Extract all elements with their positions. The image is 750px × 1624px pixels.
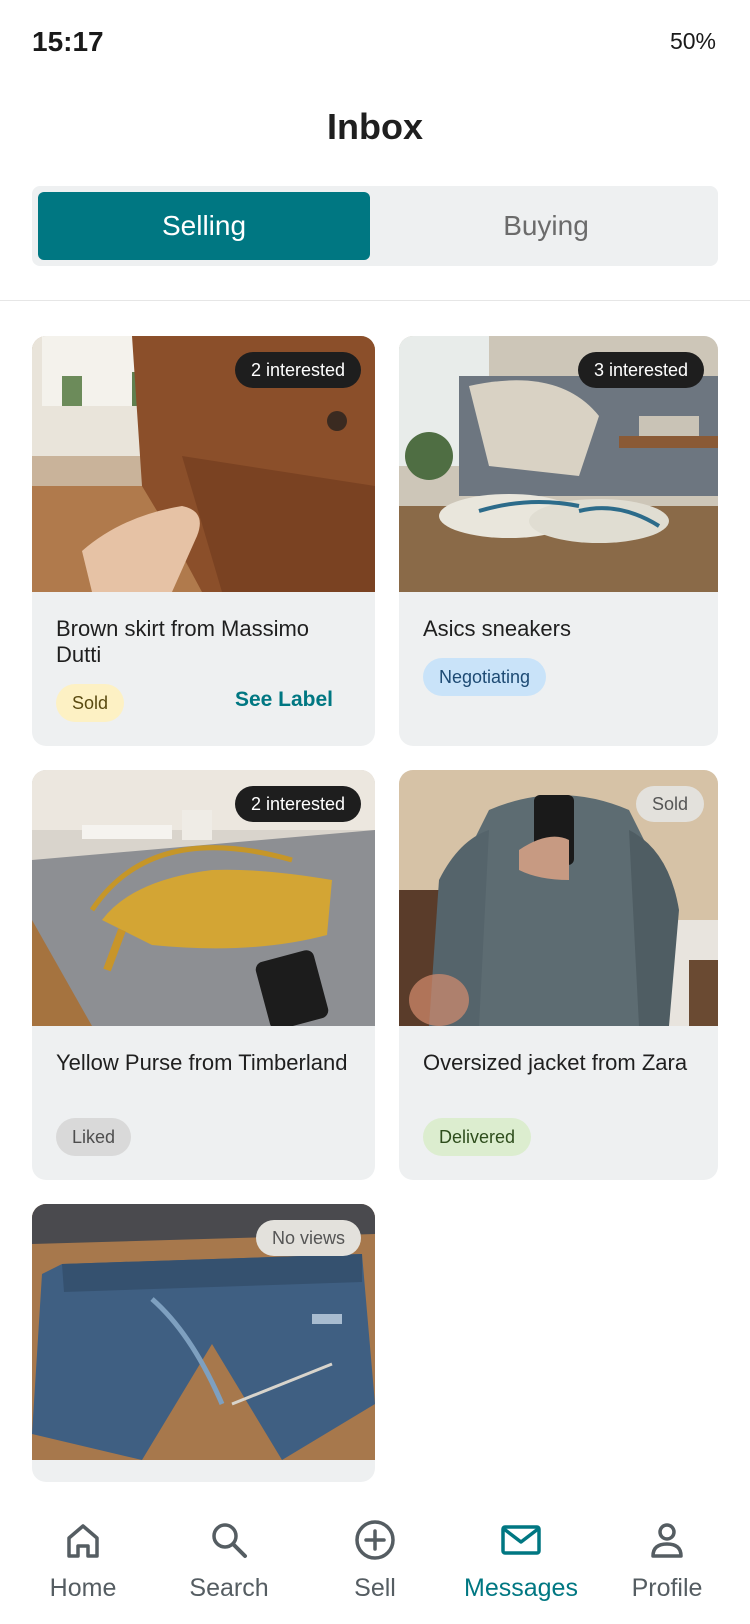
status-time: 15:17 [32,26,104,57]
selling-buying-toggle: Selling Buying [32,186,718,266]
page-title: Inbox [327,106,423,147]
item-title: Yellow Purse from Timberland [56,1050,348,1075]
nav-home[interactable]: Home [13,1518,153,1608]
search-icon [207,1518,251,1562]
nav-search[interactable]: Search [159,1518,299,1608]
item-card-asics-sneakers[interactable]: 3 interested Asics sneakers Negotiating [399,336,718,746]
status-bar: 15:17 50% [0,0,750,80]
interest-badge: 2 interested [234,786,361,822]
nav-label: Messages [464,1574,578,1602]
nav-label: Home [49,1574,117,1602]
views-badge: No views [255,1220,361,1256]
envelope-icon [499,1518,543,1562]
see-label-link[interactable]: See Label [235,688,333,712]
item-title: Asics sneakers [423,616,571,641]
status-badge: Delivered [423,1118,532,1156]
sold-badge: Sold [635,786,704,822]
nav-label: Search [189,1574,269,1602]
interest-badge: 3 interested [577,352,704,388]
item-photo: 2 interested [32,770,375,1026]
tab-buying[interactable]: Buying [380,192,712,260]
item-photo: No views [32,1204,375,1460]
interest-badge: 2 interested [234,352,361,388]
nav-label: Sell [354,1574,396,1602]
item-card-jeans[interactable]: No views [32,1204,375,1482]
plus-circle-icon [353,1518,397,1562]
nav-label: Profile [631,1574,703,1602]
bottom-navigation: Home Search Sell Messages Profile [0,1482,750,1624]
item-title: Brown skirt from Massimo Dutti [56,616,310,667]
item-title: Oversized jacket from Zara [423,1050,688,1075]
header-divider [0,300,750,301]
status-badge: Negotiating [423,658,547,696]
item-card-brown-skirt[interactable]: 2 interested Brown skirt from Massimo Du… [32,336,375,746]
nav-profile[interactable]: Profile [597,1518,737,1608]
item-photo: 2 interested [32,336,375,592]
nav-messages[interactable]: Messages [451,1518,591,1608]
inbox-screen: 15:17 50% Inbox Selling Buying 2 interes [0,0,750,1624]
item-photo: Sold [399,770,718,1026]
item-photo: 3 interested [399,336,718,592]
person-icon [645,1518,689,1562]
item-card-oversized-jacket[interactable]: Sold Oversized jacket from Zara Delivere… [399,770,718,1180]
status-badge: Liked [56,1118,132,1156]
battery-level: 50% [669,28,716,54]
status-badge: Sold [56,684,125,722]
item-card-yellow-purse[interactable]: 2 interested Yellow Purse from Timberlan… [32,770,375,1180]
nav-sell[interactable]: Sell [305,1518,445,1608]
home-icon [61,1518,105,1562]
tab-selling[interactable]: Selling [38,192,370,260]
